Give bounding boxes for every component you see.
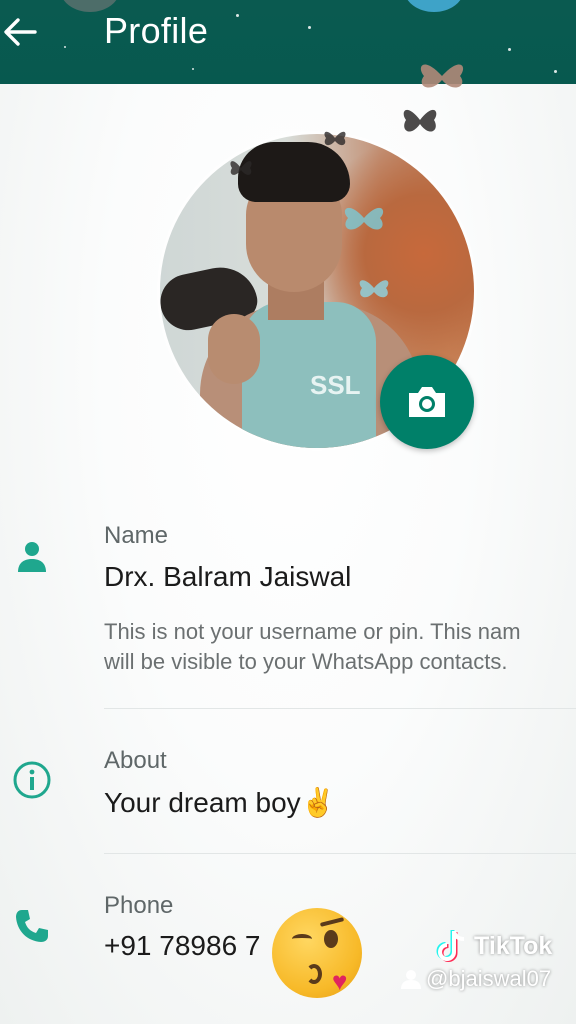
emoji-lips	[306, 964, 322, 984]
butterfly-icon	[324, 131, 346, 146]
butterfly-icon	[344, 207, 384, 230]
about-value: Your dream boy	[104, 787, 301, 818]
decor-blob	[404, 0, 464, 12]
name-label: Name	[104, 522, 169, 549]
person-icon	[12, 536, 52, 576]
divider	[104, 708, 576, 709]
about-label: About	[104, 747, 167, 774]
app-bar: Profile	[0, 0, 576, 84]
sparkle	[308, 26, 311, 29]
name-hint-line1: This is not your username or pin. This n…	[104, 619, 521, 644]
phone-icon	[12, 906, 52, 946]
sparkle	[64, 46, 66, 48]
about-row[interactable]: Your dream boy✌	[104, 786, 336, 819]
photo-vest-print: SSL	[310, 370, 361, 400]
sparkle	[508, 48, 511, 51]
phone-label: Phone	[104, 892, 174, 919]
phone-value[interactable]: +91 78986 7	[104, 930, 261, 962]
emoji-brow	[319, 917, 345, 927]
divider	[104, 853, 576, 854]
emoji-eye	[324, 930, 338, 948]
butterfly-icon	[359, 280, 389, 298]
butterfly-icon	[420, 64, 464, 88]
change-photo-button[interactable]	[380, 355, 474, 449]
user-icon	[401, 970, 421, 989]
tiktok-logo-text: TikTok	[474, 932, 553, 960]
emoji-eye	[292, 934, 312, 944]
victory-hand-emoji: ✌	[300, 787, 336, 818]
arrow-left-icon	[4, 18, 37, 46]
name-hint-line2: will be visible to your WhatsApp contact…	[104, 649, 508, 674]
camera-icon	[409, 387, 445, 417]
butterfly-icon	[403, 109, 437, 132]
page-title: Profile	[104, 10, 209, 51]
name-value[interactable]: Drx. Balram Jaiswal	[104, 561, 351, 593]
back-button[interactable]	[0, 8, 40, 56]
photo-detail	[208, 314, 260, 384]
sparkle	[236, 14, 239, 17]
kissing-face-emoji-icon: ♥	[272, 908, 362, 998]
butterfly-icon	[230, 161, 252, 175]
sparkle	[554, 70, 557, 73]
sparkle	[192, 68, 194, 70]
heart-icon: ♥	[332, 966, 348, 996]
tiktok-note-icon	[436, 930, 465, 962]
tiktok-handle: @bjaiswal07	[426, 966, 552, 991]
info-icon	[12, 760, 52, 800]
